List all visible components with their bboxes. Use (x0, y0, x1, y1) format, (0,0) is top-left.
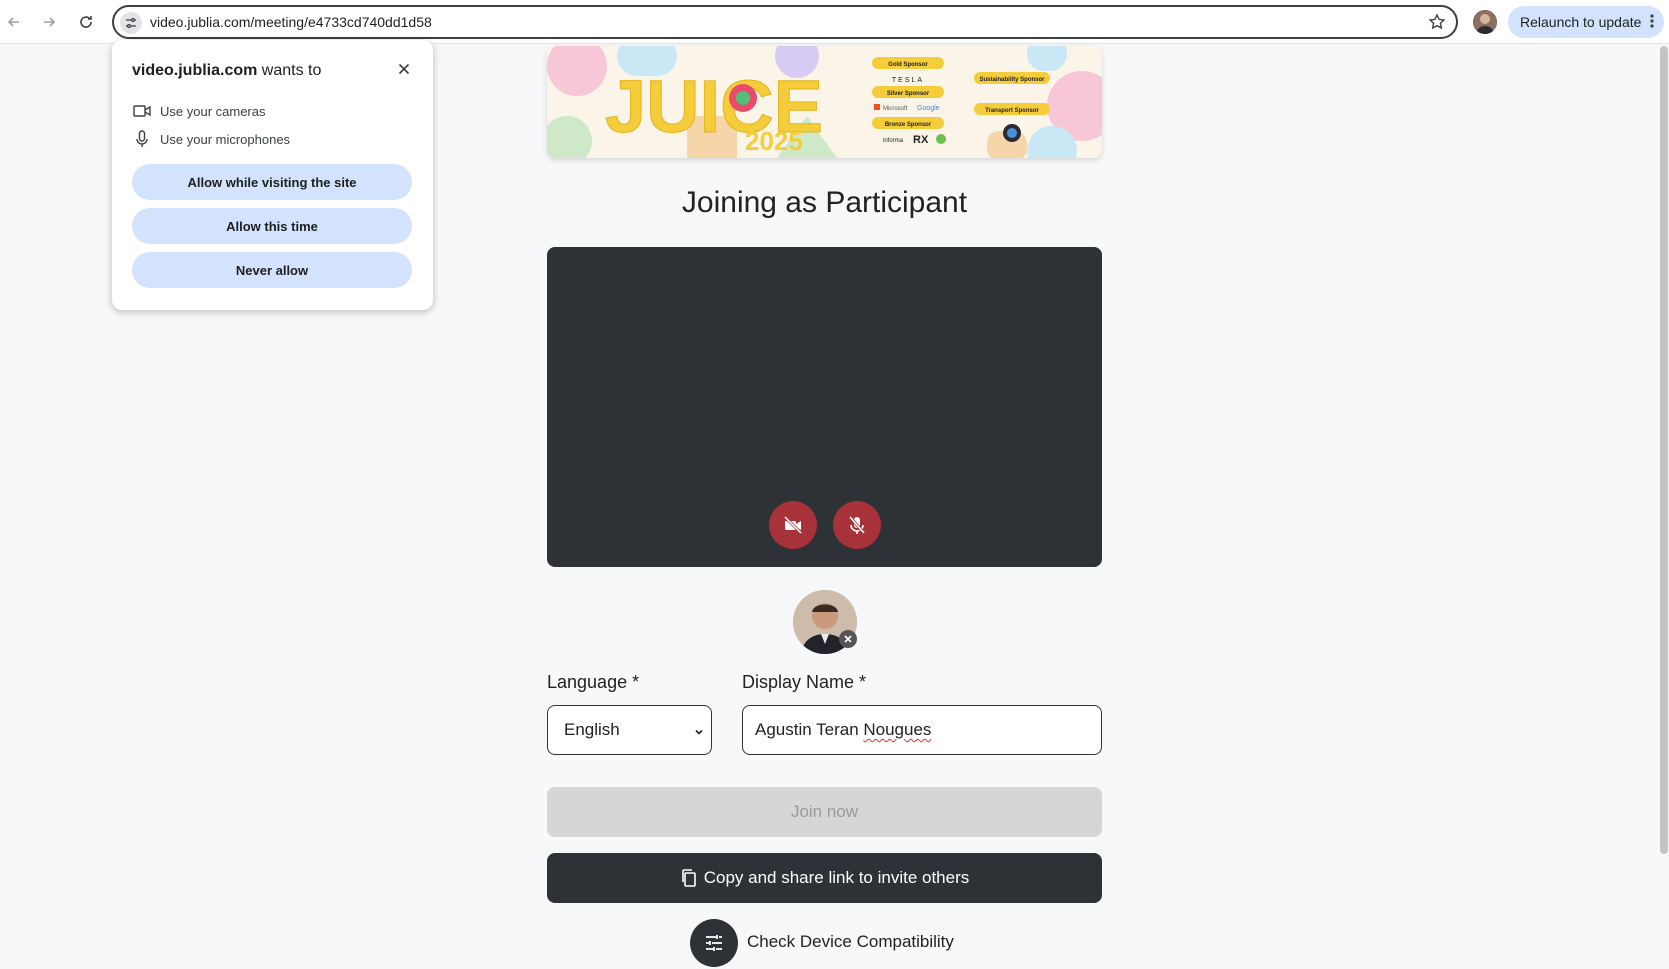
sponsor-tier-bronze: Bronze Sponsor (885, 122, 932, 128)
browser-toolbar: video.jublia.com/meeting/e4733cd740dd1d5… (0, 0, 1669, 44)
remove-avatar-icon[interactable] (839, 630, 857, 648)
join-now-button[interactable]: Join now (547, 787, 1102, 837)
camera-icon (132, 102, 152, 120)
permission-camera-row: Use your cameras (132, 102, 265, 120)
sponsor-tier-gold: Gold Sponsor (888, 62, 928, 68)
permission-popup: video.jublia.com wants to Use your camer… (112, 40, 433, 310)
close-icon[interactable] (395, 60, 413, 78)
scrollbar[interactable] (1660, 46, 1668, 854)
microphone-icon (132, 130, 152, 148)
sponsor-microsoft: Microsoft (883, 106, 908, 112)
reload-icon[interactable] (74, 10, 98, 34)
language-label: Language * (547, 672, 640, 692)
display-name-label: Display Name * (742, 672, 867, 692)
permission-camera-label: Use your cameras (160, 103, 266, 119)
sponsor-informa: informa (883, 138, 904, 144)
display-name-last: Nougues (863, 720, 932, 739)
chevron-down-icon (693, 723, 705, 743)
address-bar[interactable]: video.jublia.com/meeting/e4733cd740dd1d5… (112, 5, 1458, 39)
forward-arrow-icon[interactable] (37, 10, 61, 34)
copy-icon (680, 868, 698, 888)
allow-while-visiting-button[interactable]: Allow while visiting the site (132, 164, 412, 200)
video-preview (547, 247, 1102, 567)
share-label: Copy and share link to invite others (703, 868, 970, 887)
sponsor-rx: RX (913, 134, 929, 146)
relaunch-label: Relaunch to update (1520, 14, 1642, 30)
event-banner: JUICE 2025 Gold Sponsor TESLA Silver Spo… (547, 46, 1102, 158)
sponsor-tier-silver: Silver Sponsor (887, 91, 930, 97)
back-arrow-icon[interactable] (2, 10, 26, 34)
sponsor-google: Google (917, 105, 940, 112)
language-select[interactable]: English (547, 705, 712, 755)
language-value: English (564, 720, 620, 739)
microphone-off-icon (848, 516, 866, 534)
display-name-first: Agustin Teran (755, 720, 864, 739)
display-name-field[interactable]: Agustin Teran Nougues (742, 705, 1102, 755)
permission-microphone-label: Use your microphones (160, 131, 291, 147)
url-text[interactable]: video.jublia.com/meeting/e4733cd740dd1d5… (150, 14, 432, 30)
site-info-icon[interactable] (120, 12, 142, 34)
camera-off-icon (783, 515, 803, 535)
sponsor-tier-transport: Transport Sponsor (985, 108, 1039, 114)
page-title: Joining as Participant (681, 186, 968, 219)
copy-share-link-button[interactable]: Copy and share link to invite others (547, 853, 1102, 903)
camera-off-button[interactable] (769, 501, 817, 549)
profile-avatar[interactable] (1473, 10, 1497, 34)
permission-wants-to: wants to (257, 62, 322, 79)
sponsor-tier-sustainability: Sustainability Sponsor (979, 77, 1045, 83)
permission-site: video.jublia.com (132, 62, 258, 79)
permission-microphone-row: Use your microphones (132, 130, 290, 148)
tune-sliders-icon[interactable] (690, 919, 738, 967)
sponsor-tesla: TESLA (892, 77, 924, 84)
bookmark-star-icon[interactable] (1428, 13, 1446, 36)
event-year: 2025 (745, 126, 803, 156)
more-vert-icon[interactable] (1650, 13, 1654, 32)
permission-title: video.jublia.com wants to (132, 62, 321, 80)
relaunch-button[interactable]: Relaunch to update (1508, 6, 1664, 38)
microphone-off-button[interactable] (833, 501, 881, 549)
never-allow-button[interactable]: Never allow (132, 252, 412, 288)
check-device-compatibility-link[interactable]: Check Device Compatibility (747, 932, 954, 952)
allow-this-time-button[interactable]: Allow this time (132, 208, 412, 244)
